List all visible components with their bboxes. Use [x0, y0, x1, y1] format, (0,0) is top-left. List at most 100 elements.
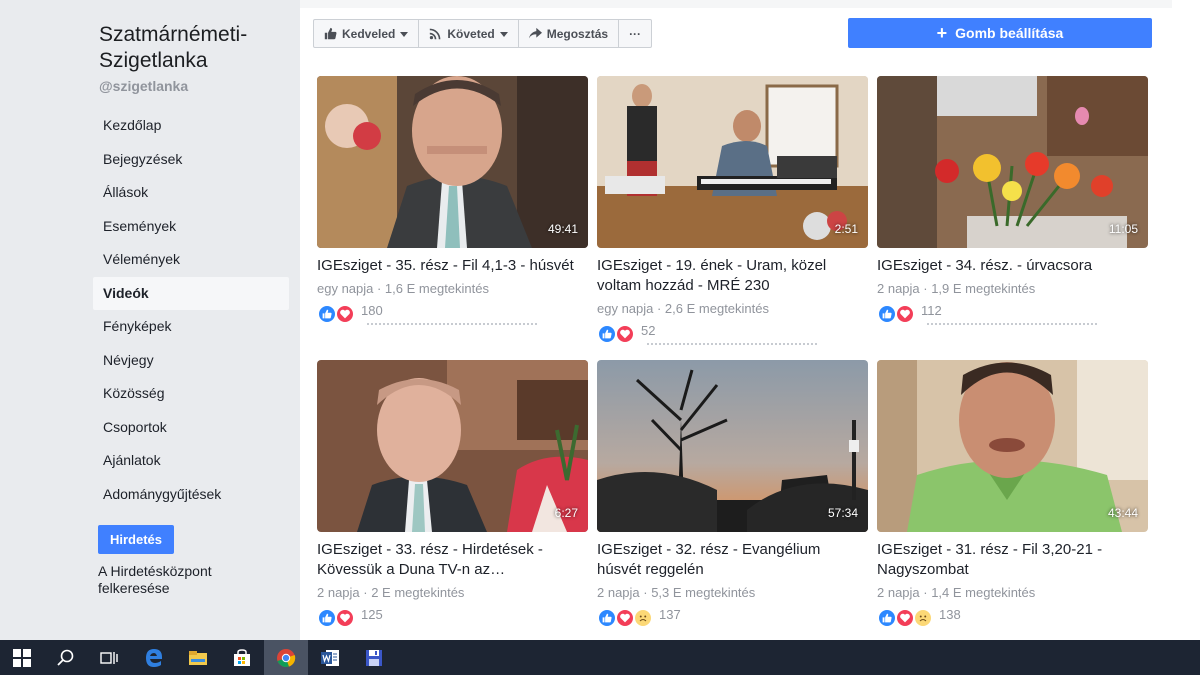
video-card[interactable]: 6:27 IGEsziget - 33. rész - Hirdetések -…	[317, 360, 588, 629]
reaction-count: 137	[659, 606, 681, 622]
love-reaction-icon	[615, 324, 635, 344]
like-reaction-icon	[317, 608, 337, 628]
video-card[interactable]: 43:44 IGEsziget - 31. rész - Fil 3,20-21…	[877, 360, 1148, 629]
windows-start-icon[interactable]	[0, 640, 44, 675]
sidebar-item-community[interactable]: Közösség	[93, 377, 289, 411]
reaction-summary[interactable]: 125	[317, 607, 588, 629]
like-reaction-icon	[877, 608, 897, 628]
promote-button[interactable]: Hirdetés	[98, 525, 175, 554]
sad-reaction-icon	[633, 608, 653, 628]
rss-icon	[429, 27, 442, 40]
sidebar-item-about[interactable]: Névjegy	[93, 344, 289, 378]
chrome-icon[interactable]	[264, 640, 308, 675]
video-title[interactable]: IGEsziget - 33. rész - Hirdetések - Köve…	[317, 540, 588, 580]
share-label: Megosztás	[546, 26, 609, 41]
sidebar-item-groups[interactable]: Csoportok	[93, 411, 289, 445]
video-card[interactable]: 49:41 IGEsziget - 35. rész - Fil 4,1-3 -…	[317, 76, 588, 327]
like-reaction-icon	[317, 304, 337, 324]
love-reaction-icon	[895, 304, 915, 324]
like-reaction-icon	[597, 324, 617, 344]
follow-button[interactable]: Követed	[419, 20, 519, 47]
page-handle[interactable]: @szigetlanka	[99, 78, 188, 94]
reaction-summary[interactable]: 52	[597, 323, 868, 345]
video-thumbnail[interactable]: 57:34	[597, 360, 868, 532]
video-title[interactable]: IGEsziget - 31. rész - Fil 3,20-21 - Nag…	[877, 540, 1148, 580]
file-explorer-icon[interactable]	[176, 640, 220, 675]
video-duration: 2:51	[834, 222, 858, 236]
like-button[interactable]: Kedveled	[314, 20, 420, 47]
video-title[interactable]: IGEsziget - 35. rész - Fil 4,1-3 - húsvé…	[317, 256, 588, 276]
video-meta: 2 napja · 2 E megtekintés	[317, 585, 465, 600]
reaction-count: 138	[939, 606, 961, 622]
sidebar-item-home[interactable]: Kezdőlap	[93, 109, 289, 143]
video-card[interactable]: 57:34 IGEsziget - 32. rész - Evangélium …	[597, 360, 868, 629]
store-icon[interactable]	[220, 640, 264, 675]
sidebar-item-jobs[interactable]: Állások	[93, 176, 289, 210]
sidebar-item-photos[interactable]: Fényképek	[93, 310, 289, 344]
video-thumbnail[interactable]: 11:05	[877, 76, 1148, 248]
sidebar-item-videos[interactable]: Videók	[93, 276, 289, 310]
more-dots-icon: ···	[629, 26, 642, 41]
ad-center-link[interactable]: A Hirdetésközpont felkeresése	[98, 563, 278, 597]
plus-icon: +	[936, 23, 948, 43]
video-card[interactable]: 11:05 IGEsziget - 34. rész. - úrvacsora …	[877, 76, 1148, 327]
thumbnail-image	[877, 76, 1148, 248]
truncated-preview	[647, 343, 817, 347]
word-icon[interactable]	[308, 640, 352, 675]
edge-icon[interactable]	[132, 640, 176, 675]
reaction-count: 112	[921, 302, 942, 318]
page-title[interactable]: Szatmárnémeti-Szigetlanka	[99, 22, 289, 74]
truncated-preview	[367, 323, 537, 327]
video-meta: egy napja · 2,6 E megtekintés	[597, 301, 769, 316]
thumbs-up-icon	[324, 27, 337, 40]
video-meta: 2 napja · 1,9 E megtekintés	[877, 281, 1036, 296]
video-thumbnail[interactable]: 49:41	[317, 76, 588, 248]
video-thumbnail[interactable]: 6:27	[317, 360, 588, 532]
love-reaction-icon	[615, 608, 635, 628]
more-button[interactable]: ···	[619, 20, 651, 47]
like-label: Kedveled	[342, 26, 396, 41]
reaction-summary[interactable]: 137	[597, 607, 868, 629]
reaction-summary[interactable]: 138	[877, 607, 1148, 629]
thumbnail-image	[317, 360, 588, 532]
sidebar-item-posts[interactable]: Bejegyzések	[93, 143, 289, 177]
video-thumbnail[interactable]: 2:51	[597, 76, 868, 248]
follow-label: Követed	[447, 26, 495, 41]
sidebar-item-offers[interactable]: Ajánlatok	[93, 444, 289, 478]
task-view-icon[interactable]	[88, 640, 132, 675]
reaction-summary[interactable]: 112	[877, 303, 1148, 325]
chevron-down-icon	[499, 30, 508, 38]
video-title[interactable]: IGEsziget - 32. rész - Evangélium húsvét…	[597, 540, 868, 580]
video-meta: egy napja · 1,6 E megtekintés	[317, 281, 489, 296]
save-icon[interactable]	[352, 640, 396, 675]
video-title[interactable]: IGEsziget - 34. rész. - úrvacsora	[877, 256, 1148, 276]
windows-taskbar	[0, 640, 1200, 675]
video-title[interactable]: IGEsziget - 19. ének - Uram, közel volta…	[597, 256, 868, 296]
reaction-count: 125	[361, 606, 383, 622]
video-duration: 49:41	[547, 222, 578, 236]
sidebar-nav: Kezdőlap Bejegyzések Állások Események V…	[93, 109, 289, 511]
reaction-count: 180	[361, 302, 383, 318]
video-meta: 2 napja · 5,3 E megtekintés	[597, 585, 756, 600]
video-meta: 2 napja · 1,4 E megtekintés	[877, 585, 1036, 600]
top-divider	[300, 0, 1172, 8]
page-actions-bar: Kedveled Követed Megosztás ···	[313, 19, 653, 48]
video-duration: 11:05	[1108, 222, 1138, 236]
reaction-summary[interactable]: 180	[317, 303, 588, 325]
video-duration: 57:34	[827, 506, 858, 520]
setup-label: Gomb beállítása	[955, 25, 1064, 41]
setup-button[interactable]: + Gomb beállítása	[848, 18, 1152, 48]
sidebar-item-reviews[interactable]: Vélemények	[93, 243, 289, 277]
video-card[interactable]: 2:51 IGEsziget - 19. ének - Uram, közel …	[597, 76, 868, 347]
sad-reaction-icon	[913, 608, 933, 628]
love-reaction-icon	[895, 608, 915, 628]
sidebar-item-fundraisers[interactable]: Adománygyűjtések	[93, 478, 289, 512]
video-duration: 43:44	[1107, 506, 1138, 520]
video-thumbnail[interactable]: 43:44	[877, 360, 1148, 532]
like-reaction-icon	[877, 304, 897, 324]
share-button[interactable]: Megosztás	[519, 20, 620, 47]
sidebar-item-events[interactable]: Események	[93, 210, 289, 244]
search-icon[interactable]	[44, 640, 88, 675]
thumbnail-image	[597, 76, 868, 248]
share-arrow-icon	[528, 27, 542, 40]
